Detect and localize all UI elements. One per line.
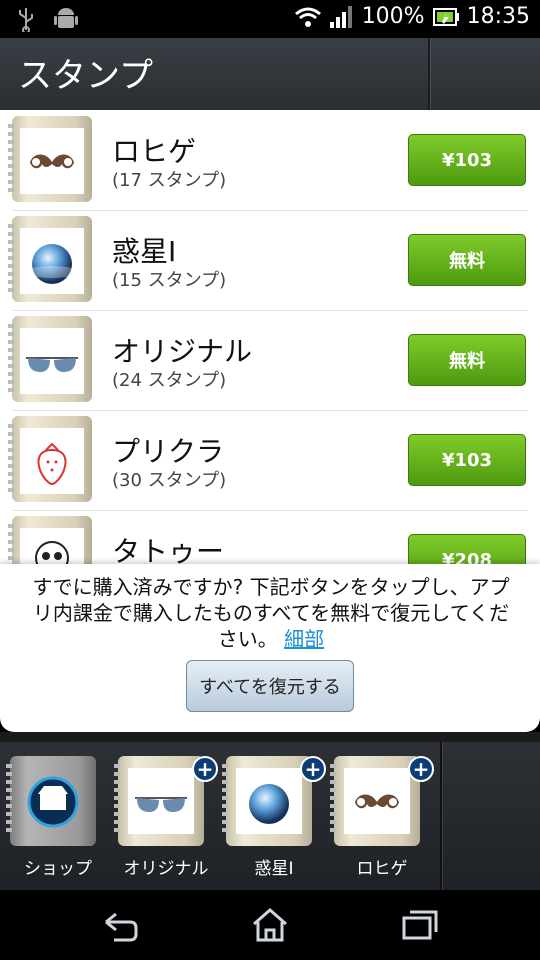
shop-icon bbox=[27, 776, 79, 828]
restore-message-block: すでに購入済みですか? 下記ボタンをタップし、アプリ内課金で購入したものすべてを… bbox=[26, 574, 516, 652]
stamp-shelf: ショップ + オリジナル + 惑星I + ロヒゲ bbox=[0, 742, 540, 890]
stamp-name: オリジナル bbox=[112, 335, 253, 368]
stamp-count: (17 スタンプ) bbox=[112, 170, 227, 191]
shelf-item-shop[interactable]: ショップ bbox=[6, 756, 106, 886]
clock: 18:35 bbox=[466, 4, 530, 29]
shelf-label: オリジナル bbox=[123, 859, 209, 879]
list-item[interactable]: タトゥー ¥208 bbox=[8, 510, 528, 570]
add-icon[interactable]: + bbox=[300, 756, 326, 782]
stamp-name: 惑星I bbox=[112, 235, 177, 268]
add-icon[interactable]: + bbox=[408, 756, 434, 782]
stamp-count: (24 スタンプ) bbox=[112, 370, 227, 391]
restore-dialog: すでに購入済みですか? 下記ボタンをタップし、アプリ内課金で購入したものすべてを… bbox=[0, 564, 540, 732]
back-icon bbox=[105, 912, 138, 942]
status-bar: 100% 18:35 bbox=[0, 0, 540, 38]
action-bar-divider bbox=[428, 38, 430, 110]
sunglasses-icon bbox=[135, 797, 187, 812]
list-item[interactable]: オリジナル (24 スタンプ) 無料 bbox=[8, 310, 528, 411]
price-button[interactable]: 無料 bbox=[408, 334, 526, 386]
recent-apps-icon bbox=[402, 910, 438, 940]
price-button[interactable]: ¥103 bbox=[408, 134, 526, 186]
stamp-count: (30 スタンプ) bbox=[112, 470, 227, 491]
shelf-item-mustache[interactable]: + ロヒゲ bbox=[330, 756, 434, 886]
shelf-item-original[interactable]: + オリジナル bbox=[114, 756, 218, 886]
stamp-thumbnail bbox=[8, 116, 96, 202]
home-button[interactable] bbox=[250, 906, 290, 942]
shelf-item-planet[interactable]: + 惑星I bbox=[222, 756, 326, 886]
planet-icon bbox=[249, 784, 289, 824]
page-title: スタンプ bbox=[18, 56, 153, 96]
battery-percent: 100% bbox=[361, 4, 425, 29]
list-item[interactable]: 惑星I (15 スタンプ) 無料 bbox=[8, 210, 528, 311]
mustache-icon bbox=[355, 794, 399, 809]
planet-icon bbox=[26, 244, 78, 284]
sunglasses-icon bbox=[26, 357, 78, 372]
list-item[interactable]: ロヒゲ (17 スタンプ) ¥103 bbox=[8, 110, 528, 211]
shelf-label: ロヒゲ bbox=[356, 859, 408, 879]
home-icon bbox=[253, 908, 287, 942]
back-button[interactable] bbox=[100, 906, 140, 942]
stamp-thumbnail bbox=[8, 416, 96, 502]
usb-icon bbox=[19, 8, 33, 32]
list-item[interactable]: プリクラ (30 スタンプ) ¥103 bbox=[8, 410, 528, 511]
battery-icon bbox=[432, 7, 459, 26]
stamp-thumbnail bbox=[8, 216, 96, 302]
navigation-bar bbox=[0, 890, 540, 960]
restore-all-button[interactable]: すべてを復元する bbox=[186, 660, 354, 712]
stamp-name: ロヒゲ bbox=[112, 135, 197, 168]
stamp-count: (15 スタンプ) bbox=[112, 270, 227, 291]
wifi-icon bbox=[294, 7, 321, 27]
stamp-list[interactable]: ロヒゲ (17 スタンプ) ¥103 惑星I (15 スタンプ) 無料 オリジナ… bbox=[0, 110, 540, 570]
shelf-label: ショップ bbox=[24, 859, 92, 879]
add-icon[interactable]: + bbox=[192, 756, 218, 782]
action-bar: スタンプ bbox=[0, 38, 540, 111]
stamp-thumbnail bbox=[8, 516, 96, 570]
signal-icon bbox=[329, 5, 352, 28]
android-icon bbox=[54, 8, 78, 28]
shelf-label: 惑星I bbox=[254, 859, 294, 879]
stamp-thumbnail bbox=[8, 316, 96, 402]
details-link[interactable]: 細部 bbox=[284, 627, 324, 651]
mustache-icon bbox=[30, 154, 74, 169]
strawberry-icon bbox=[37, 442, 67, 486]
price-button[interactable]: ¥103 bbox=[408, 434, 526, 486]
background-strip bbox=[0, 732, 540, 742]
recent-apps-button[interactable] bbox=[400, 906, 440, 942]
restore-message: すでに購入済みですか? 下記ボタンをタップし、アプリ内課金で購入したものすべてを… bbox=[32, 575, 510, 651]
price-button[interactable]: 無料 bbox=[408, 234, 526, 286]
shelf-divider bbox=[440, 742, 442, 890]
stamp-name: プリクラ bbox=[112, 435, 225, 468]
